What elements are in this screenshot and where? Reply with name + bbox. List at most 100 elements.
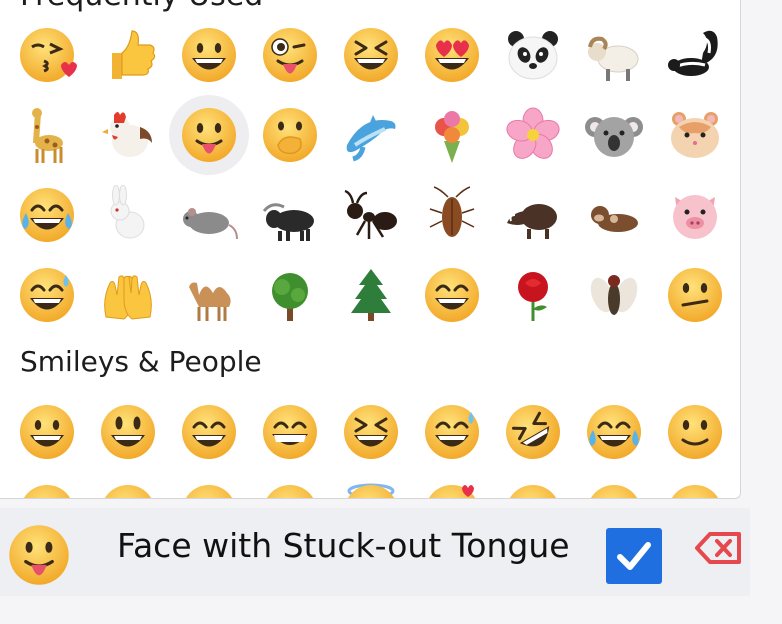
fly-icon xyxy=(590,275,638,315)
emoji-thumbs-up[interactable] xyxy=(88,15,168,95)
emoji-face-partial-4[interactable] xyxy=(250,472,330,498)
emoji-squinting-laughing-face[interactable] xyxy=(331,15,411,95)
emoji-hand-over-mouth-face[interactable] xyxy=(250,95,330,175)
rat-icon xyxy=(183,208,238,240)
kissing-face-with-heart-icon xyxy=(20,28,77,82)
emoji-face-partial-1[interactable] xyxy=(7,472,87,498)
emoji-skunk[interactable] xyxy=(655,15,735,95)
emoji-grinning-face[interactable] xyxy=(169,15,249,95)
hearts-face-partial-icon xyxy=(428,485,476,498)
smileys-grid xyxy=(7,392,736,498)
beaming-face-icon xyxy=(425,268,479,322)
face-partial-3-icon xyxy=(185,485,233,498)
emoji-confused-face[interactable] xyxy=(655,255,735,335)
dolphin-icon xyxy=(346,115,396,162)
emoji-sweat-smile-face[interactable] xyxy=(412,392,492,472)
emoji-kissing-face-with-heart[interactable] xyxy=(7,15,87,95)
emoji-koala[interactable] xyxy=(574,95,654,175)
selected-emoji-preview xyxy=(6,522,72,588)
face-partial-2-icon xyxy=(104,485,152,498)
winking-face-with-tongue-icon xyxy=(263,28,317,82)
emoji-camel[interactable] xyxy=(169,255,249,335)
frequently-used-heading: Frequently Used xyxy=(20,0,263,13)
emoji-rat[interactable] xyxy=(169,175,249,255)
water-buffalo-icon xyxy=(262,203,314,241)
emoji-beaming-face[interactable] xyxy=(250,392,330,472)
camel-icon xyxy=(189,282,231,321)
face-partial-6-icon xyxy=(590,485,638,498)
panda-icon xyxy=(508,31,558,80)
beaming-face-icon xyxy=(263,405,317,459)
emoji-rolling-laughing-face[interactable] xyxy=(493,392,573,472)
emoji-grinning-smiling-eyes-face[interactable] xyxy=(169,392,249,472)
emoji-face-with-tongue[interactable] xyxy=(169,95,249,175)
emoji-halo-face-partial[interactable] xyxy=(331,472,411,498)
thumbs-up-icon xyxy=(112,30,156,79)
section-title-smileys: Smileys & People xyxy=(20,345,262,378)
emoji-sweat-smile-face[interactable] xyxy=(7,255,87,335)
emoji-rooster[interactable] xyxy=(88,95,168,175)
emoji-tears-of-joy-face[interactable] xyxy=(7,175,87,255)
emoji-picker-panel[interactable]: Frequently Used Smileys & People xyxy=(0,0,741,499)
rose-icon xyxy=(518,272,548,321)
emoji-boar[interactable] xyxy=(493,175,573,255)
emoji-pig-face[interactable] xyxy=(655,175,735,255)
emoji-ram[interactable] xyxy=(574,15,654,95)
emoji-squinting-laughing-face[interactable] xyxy=(331,392,411,472)
selection-bar: Face with Stuck-out Tongue xyxy=(0,508,750,596)
emoji-tears-of-joy-face[interactable] xyxy=(574,392,654,472)
sweat-smile-face-icon xyxy=(425,405,479,459)
face-partial-4-icon xyxy=(266,485,314,498)
emoji-hamster[interactable] xyxy=(655,95,735,175)
emoji-ant[interactable] xyxy=(331,175,411,255)
emoji-heart-eyes-face[interactable] xyxy=(412,15,492,95)
tears-of-joy-face-icon xyxy=(20,188,74,242)
emoji-grinning-big-eyes-face[interactable] xyxy=(88,392,168,472)
confused-face-icon xyxy=(668,268,722,322)
emoji-water-buffalo[interactable] xyxy=(250,175,330,255)
grinning-face-icon xyxy=(182,28,236,82)
emoji-grinning-face[interactable] xyxy=(7,392,87,472)
face-partial-1-icon xyxy=(23,485,71,498)
emoji-face-partial-7[interactable] xyxy=(655,472,735,498)
emoji-evergreen-tree[interactable] xyxy=(331,255,411,335)
emoji-cherry-blossom[interactable] xyxy=(493,95,573,175)
checkmark-icon xyxy=(617,542,651,570)
emoji-rose[interactable] xyxy=(493,255,573,335)
frequently-used-grid xyxy=(7,15,736,335)
cherry-blossom-icon xyxy=(506,107,560,159)
confirm-button[interactable] xyxy=(606,528,662,584)
tears-of-joy-face-icon xyxy=(587,405,641,459)
emoji-rabbit[interactable] xyxy=(88,175,168,255)
emoji-face-partial-3[interactable] xyxy=(169,472,249,498)
cockroach-icon xyxy=(429,186,475,237)
rolling-laughing-face-icon xyxy=(506,405,560,459)
emoji-face-partial-6[interactable] xyxy=(574,472,654,498)
sweat-smile-face-icon xyxy=(20,268,74,322)
emoji-raising-hands[interactable] xyxy=(88,255,168,335)
emoji-beaming-face[interactable] xyxy=(412,255,492,335)
koala-icon xyxy=(585,117,643,157)
emoji-face-partial-5[interactable] xyxy=(493,472,573,498)
emoji-panda[interactable] xyxy=(493,15,573,95)
face-partial-5-icon xyxy=(509,485,557,498)
emoji-giraffe[interactable] xyxy=(7,95,87,175)
selected-emoji-name: Face with Stuck-out Tongue xyxy=(117,526,570,565)
emoji-fly[interactable] xyxy=(574,255,654,335)
ant-icon xyxy=(344,189,397,239)
emoji-otter[interactable] xyxy=(574,175,654,255)
emoji-deciduous-tree[interactable] xyxy=(250,255,330,335)
emoji-bouquet[interactable] xyxy=(412,95,492,175)
emoji-face-partial-2[interactable] xyxy=(88,472,168,498)
face-partial-7-icon xyxy=(671,485,719,498)
otter-icon xyxy=(591,206,638,232)
emoji-dolphin[interactable] xyxy=(331,95,411,175)
emoji-slightly-smiling-face[interactable] xyxy=(655,392,735,472)
emoji-hearts-face-partial[interactable] xyxy=(412,472,492,498)
backspace-button[interactable] xyxy=(693,528,743,568)
boar-icon xyxy=(507,204,557,239)
halo-face-partial-icon xyxy=(347,483,395,498)
emoji-cockroach[interactable] xyxy=(412,175,492,255)
hamster-icon xyxy=(671,112,719,158)
emoji-winking-face-with-tongue[interactable] xyxy=(250,15,330,95)
